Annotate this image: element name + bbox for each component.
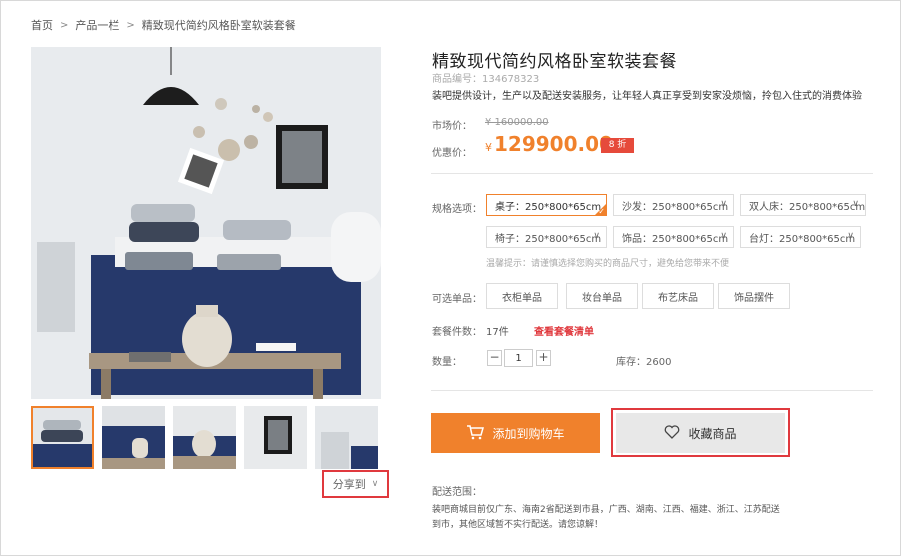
shipping-text: 装吧商城目前仅广东、海南2省配送到市县，广西、湖南、江西、福建、浙江、江苏配送到… [432,505,780,530]
thumbnail-1[interactable] [31,406,94,469]
favorite-label: 收藏商品 [688,426,737,441]
spec-option-text: 台灯：250*800*65cm [749,233,856,245]
promo-price-label: 优惠价： [432,148,472,159]
add-to-cart-label: 添加到购物车 [492,426,565,441]
divider [431,390,873,391]
market-price-label: 市场价： [432,121,472,132]
checkmark-icon: ✓ [598,207,605,216]
thumbnail-strip [31,406,383,470]
heart-icon [664,424,680,442]
chevron-down-icon: ∨ [852,199,859,209]
spec-label: 规格选项： [432,204,482,215]
thumbnail-2[interactable] [102,406,165,469]
spec-option-double-bed[interactable]: 双人床：250*800*65cm ∨ [740,194,866,216]
package-count-label: 套餐件数： [432,327,482,338]
chevron-down-icon: ∨ [847,231,854,241]
spec-hint: 温馨提示：请谨慎选择您购买的商品尺寸，避免给您带来不便 [486,259,730,269]
option-dresser[interactable]: 妆台单品 [566,283,638,309]
product-sku: 商品编号：134678323 [432,74,540,85]
option-wardrobe[interactable]: 衣柜单品 [486,283,558,309]
cart-icon [466,424,485,443]
thumbnail-5[interactable] [315,406,378,469]
breadcrumb-current: 精致现代简约风格卧室软装套餐 [141,19,296,32]
spec-option-text: 饰品：250*800*65cm [622,233,729,245]
add-to-cart-button[interactable]: 添加到购物车 [431,413,600,453]
discount-badge: 8 折 [601,138,634,153]
quantity-decrease-button[interactable]: − [487,350,502,366]
divider [431,173,873,174]
breadcrumb: 首页 > 产品一栏 > 精致现代简约风格卧室软装套餐 [31,17,296,33]
options-label: 可选单品： [432,294,482,305]
spec-option-text: 双人床：250*800*65cm [749,201,866,213]
spec-option-lamp[interactable]: 台灯：250*800*65cm ∨ [740,226,861,248]
market-price: ¥ 160000.00 [485,117,549,128]
breadcrumb-category[interactable]: 产品一栏 [75,17,119,33]
spec-option-desk[interactable]: 桌子：250*800*65cm ✓ [486,194,607,216]
stock-count: 库存：2600 [616,357,672,368]
option-ornaments[interactable]: 饰品摆件 [718,283,790,309]
spec-option-text: 沙发：250*800*65cm [622,201,729,213]
option-bedding[interactable]: 布艺床品 [642,283,714,309]
breadcrumb-home[interactable]: 首页 [31,17,53,33]
chevron-right-icon: > [60,19,69,31]
product-page: 首页 > 产品一栏 > 精致现代简约风格卧室软装套餐 分享到 ∨ 精致现代简约风… [0,0,901,556]
quantity-input[interactable] [504,349,533,367]
chevron-right-icon: > [126,19,135,31]
promo-price: 129900.00 [494,132,613,156]
spec-option-chair[interactable]: 椅子：250*800*65cm ∨ [486,226,607,248]
chevron-down-icon: ∨ [593,231,600,241]
share-button[interactable]: 分享到 ∨ [322,470,389,498]
thumbnail-3[interactable] [173,406,236,469]
spec-option-text: 桌子：250*800*65cm [495,201,602,213]
quantity-label: 数量： [432,357,462,368]
shipping-label: 配送范围： [432,487,482,498]
chevron-down-icon: ∨ [371,479,379,489]
share-label: 分享到 [332,478,366,491]
chevron-down-icon: ∨ [720,199,727,209]
currency-symbol: ¥ [485,141,492,154]
quantity-increase-button[interactable]: + [536,350,551,366]
main-product-image [31,47,381,399]
chevron-down-icon: ∨ [720,231,727,241]
spec-option-sofa[interactable]: 沙发：250*800*65cm ∨ [613,194,734,216]
thumbnail-4[interactable] [244,406,307,469]
product-description: 装吧提供设计，生产以及配送安装服务，让年轻人真正享受到安家没烦恼，拎包入住式的消… [432,91,862,102]
product-title: 精致现代简约风格卧室软装套餐 [432,52,677,72]
view-package-list-link[interactable]: 查看套餐清单 [534,323,594,338]
spec-option-text: 椅子：250*800*65cm [495,233,602,245]
favorite-button[interactable]: 收藏商品 [616,413,785,453]
package-count: 17件 [486,327,509,338]
spec-option-decor[interactable]: 饰品：250*800*65cm ∨ [613,226,734,248]
